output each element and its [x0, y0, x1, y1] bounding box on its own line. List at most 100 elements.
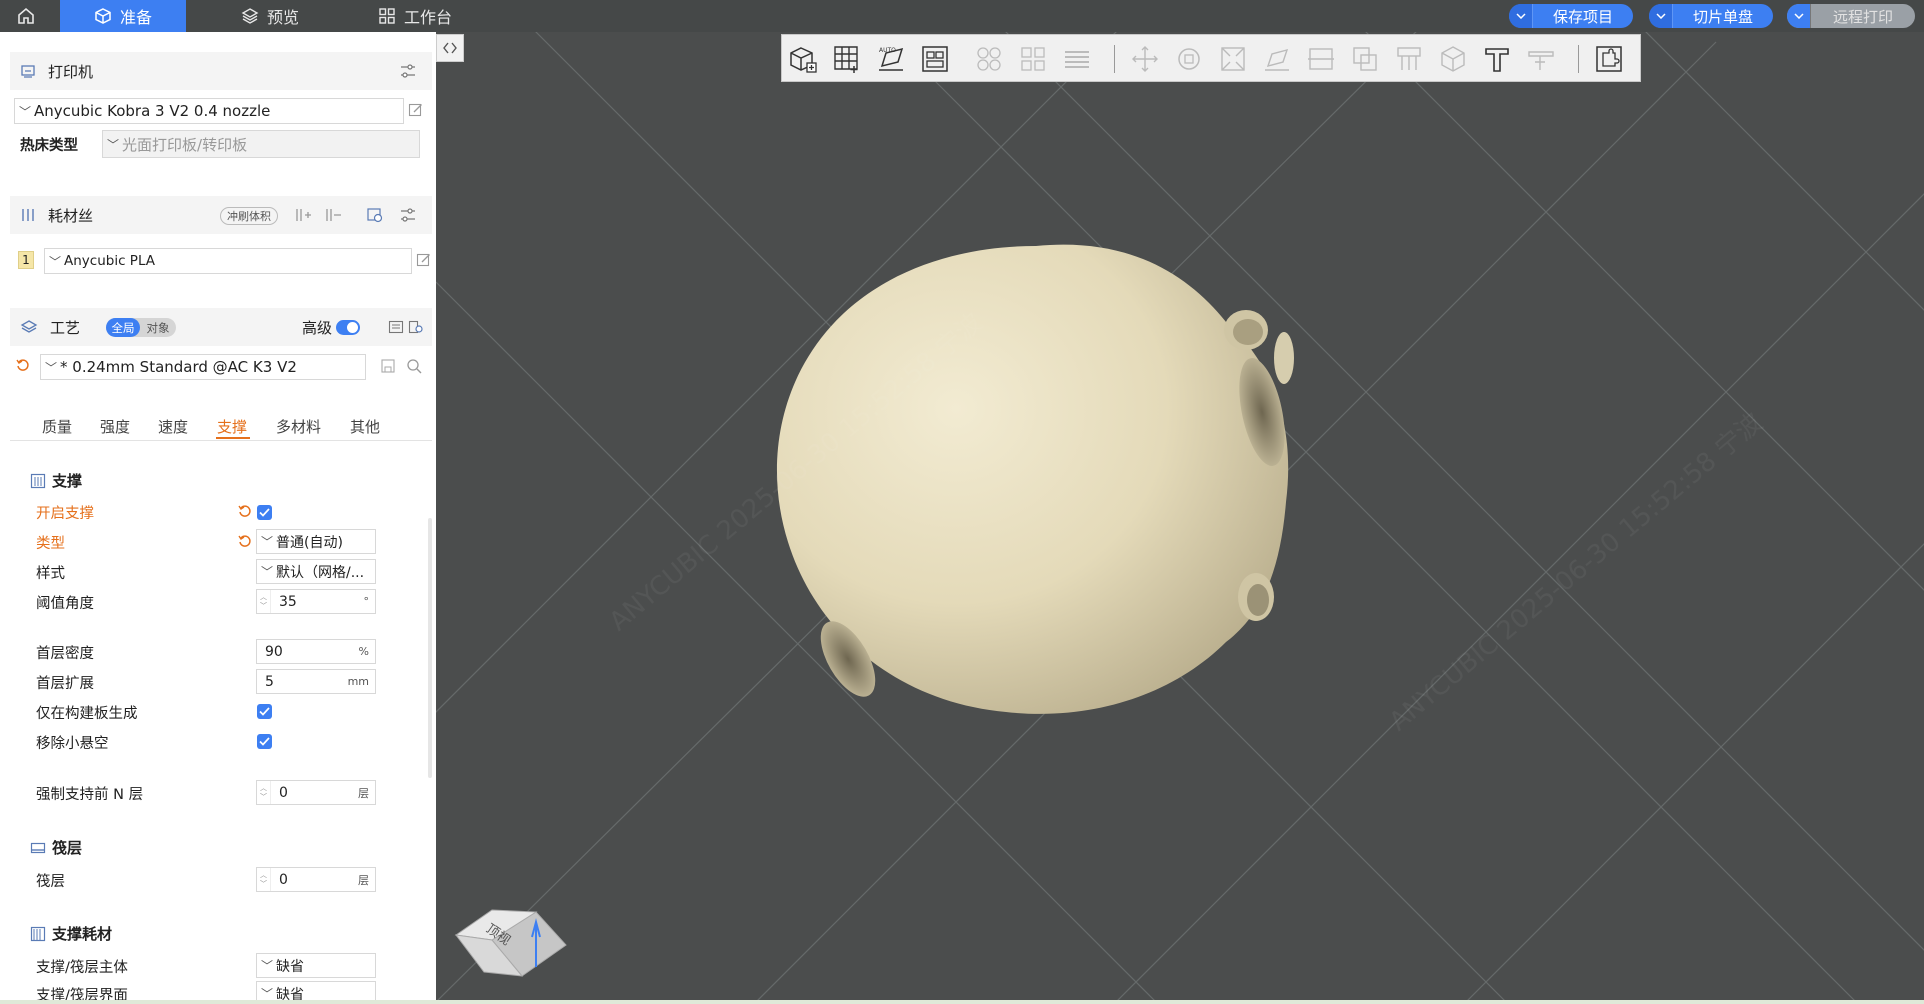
save-project-button[interactable]: 保存项目	[1509, 4, 1633, 28]
support-type-label: 类型	[36, 536, 65, 552]
layers-editing-icon[interactable]	[1060, 42, 1094, 76]
grid-icon	[379, 8, 395, 24]
tab-speed[interactable]: 速度	[158, 416, 188, 437]
remove-small-overhang-checkbox[interactable]	[257, 734, 272, 749]
raft-group-label: 筏层	[52, 839, 83, 857]
reset-icon[interactable]	[238, 504, 252, 518]
collapse-sidebar-button[interactable]	[436, 34, 464, 62]
tab-quality[interactable]: 质量	[42, 416, 72, 437]
split-objects-icon[interactable]	[972, 42, 1006, 76]
build-plate-only-checkbox[interactable]	[257, 704, 272, 719]
rotate-icon[interactable]	[1172, 42, 1206, 76]
build-plate-grid	[436, 32, 1924, 1004]
chevron-down-icon	[1515, 13, 1526, 19]
save-project-dropdown[interactable]	[1509, 4, 1533, 28]
add-plate-icon[interactable]	[830, 42, 864, 76]
remote-print-dropdown[interactable]	[1787, 4, 1811, 28]
chevron-down-icon: ﹀	[261, 535, 274, 549]
threshold-angle-input[interactable]: ︿ ﹀ 35 °	[256, 589, 376, 614]
spin-buttons[interactable]: ︿ ﹀	[257, 590, 271, 613]
bed-type-label: 热床类型	[20, 138, 78, 154]
search-settings-icon[interactable]	[408, 319, 424, 335]
measure-icon[interactable]	[1524, 42, 1558, 76]
home-icon	[18, 7, 34, 24]
chevron-down-icon: ﹀	[261, 959, 274, 973]
sphere-model[interactable]	[776, 244, 1294, 714]
add-object-icon[interactable]	[786, 42, 820, 76]
tab-support[interactable]: 支撑	[217, 416, 247, 437]
home-button[interactable]	[0, 0, 60, 32]
tab-prepare[interactable]: 准备	[60, 0, 186, 32]
first-layer-expand-label: 首层扩展	[36, 676, 94, 692]
enable-support-label: 开启支撑	[36, 506, 94, 522]
collapse-icon	[443, 42, 457, 54]
add-filament-icon[interactable]	[294, 207, 312, 223]
scope-toggle[interactable]: 全局 对象	[106, 318, 176, 337]
edit-printer-icon[interactable]	[408, 102, 424, 118]
assembly-icon[interactable]	[1592, 42, 1626, 76]
support-base-filament-select[interactable]: ﹀ 缺省	[256, 953, 376, 978]
tabs-divider	[10, 440, 432, 441]
raft-layers-input[interactable]: ︿ ﹀ 0 层	[256, 867, 376, 892]
flush-volume-button[interactable]: 冲刷体积	[220, 207, 278, 225]
filament-select[interactable]: ﹀ Anycubic PLA	[44, 248, 412, 274]
build-plate-only-label: 仅在构建板生成	[36, 706, 138, 722]
auto-orient-icon[interactable]: AUTO	[874, 42, 908, 76]
printer-select[interactable]: ﹀ Anycubic Kobra 3 V2 0.4 nozzle	[14, 98, 404, 124]
3d-viewport[interactable]: 顶视 ANYCUBIC 2025-06-30 15:52:58 宁波 ANYCU…	[436, 32, 1924, 1004]
settings-scrollbar[interactable]	[428, 518, 432, 778]
filament-section-header: 耗材丝 冲刷体积	[10, 196, 432, 234]
first-layer-expand-input[interactable]: 5 mm	[256, 669, 376, 694]
edit-filament-icon[interactable]	[416, 252, 432, 268]
slice-plate-button[interactable]: 切片单盘	[1649, 4, 1773, 28]
split-parts-icon[interactable]	[1016, 42, 1050, 76]
check-icon	[259, 508, 270, 517]
reset-icon[interactable]	[238, 534, 252, 548]
scope-object[interactable]: 对象	[140, 318, 176, 337]
reset-icon[interactable]	[16, 358, 30, 372]
tab-preview[interactable]: 预览	[200, 0, 340, 32]
save-preset-icon[interactable]	[380, 358, 396, 374]
printer-settings-icon[interactable]	[400, 63, 416, 79]
scope-global[interactable]: 全局	[106, 318, 140, 337]
move-icon[interactable]	[1128, 42, 1162, 76]
first-layer-density-input[interactable]: 90 %	[256, 639, 376, 664]
lay-on-face-icon[interactable]	[1260, 42, 1294, 76]
compare-icon[interactable]	[388, 319, 404, 335]
filament-slot-index[interactable]: 1	[18, 251, 34, 269]
arrange-icon[interactable]	[918, 42, 952, 76]
boolean-icon[interactable]	[1348, 42, 1382, 76]
tab-multimaterial[interactable]: 多材料	[276, 416, 321, 437]
threshold-angle-label: 阈值角度	[36, 596, 94, 612]
spin-buttons[interactable]: ︿ ﹀	[257, 781, 271, 804]
search-icon[interactable]	[406, 358, 422, 374]
remote-print-button[interactable]: 远程打印	[1787, 4, 1915, 28]
chevron-down-icon: ﹀	[107, 137, 120, 152]
remove-filament-icon[interactable]	[324, 207, 342, 223]
text-icon[interactable]	[1480, 42, 1514, 76]
advanced-toggle[interactable]	[336, 320, 360, 335]
chevron-down-icon: ﹀	[19, 104, 32, 119]
tab-strength[interactable]: 强度	[100, 416, 130, 437]
bed-type-select[interactable]: ﹀ 光面打印板/转印板	[102, 130, 420, 158]
tab-other[interactable]: 其他	[350, 416, 380, 437]
support-type-select[interactable]: ﹀ 普通(自动)	[256, 529, 376, 554]
spin-buttons[interactable]: ︿ ﹀	[257, 868, 271, 891]
tab-workbench[interactable]: 工作台	[340, 0, 490, 32]
enforce-layers-value: 0	[279, 784, 288, 801]
filament-settings-icon[interactable]	[400, 207, 416, 223]
enforce-layers-unit: 层	[358, 786, 369, 800]
scale-icon[interactable]	[1216, 42, 1250, 76]
support-style-select[interactable]: ﹀ 默认（网格/...	[256, 559, 376, 584]
seam-paint-icon[interactable]	[1436, 42, 1470, 76]
sync-filament-icon[interactable]	[366, 207, 384, 223]
toolbar-divider	[1578, 45, 1579, 73]
support-filament-group-label: 支撑耗材	[52, 925, 113, 943]
process-preset-select[interactable]: ﹀ * 0.24mm Standard @AC K3 V2	[40, 354, 366, 380]
enforce-layers-input[interactable]: ︿ ﹀ 0 层	[256, 780, 376, 805]
cube-icon	[95, 8, 111, 24]
support-paint-icon[interactable]	[1392, 42, 1426, 76]
cut-icon[interactable]	[1304, 42, 1338, 76]
enable-support-checkbox[interactable]	[257, 505, 272, 520]
slice-plate-dropdown[interactable]	[1649, 4, 1673, 28]
